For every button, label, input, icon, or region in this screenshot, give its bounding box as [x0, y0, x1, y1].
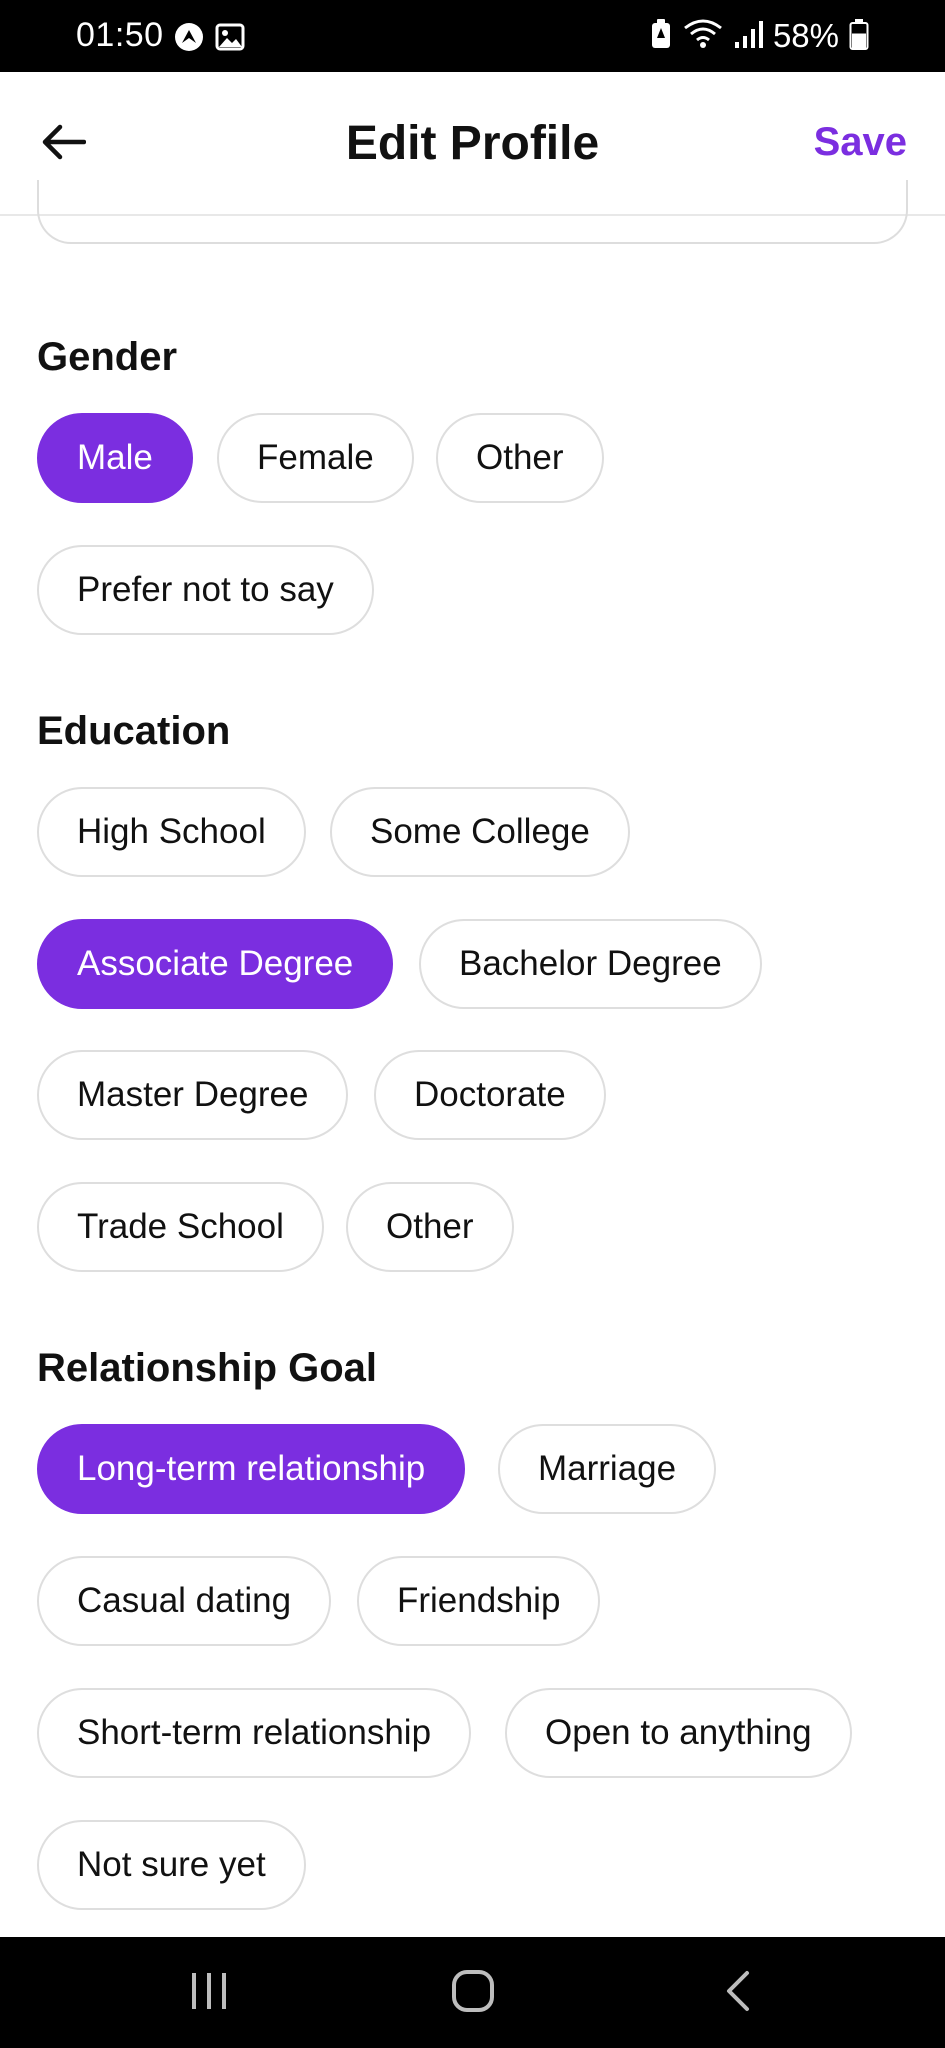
chip-education-high-school[interactable]: High School — [37, 787, 306, 877]
chip-education-master-degree[interactable]: Master Degree — [37, 1050, 349, 1140]
section-title-relationship-goal: Relationship Goal — [37, 1346, 378, 1390]
section-title-education: Education — [37, 709, 231, 753]
section-title-gender: Gender — [37, 335, 178, 379]
status-time: 01:50 — [76, 16, 164, 54]
back-icon — [723, 1969, 753, 2018]
chip-goal-not-sure-yet[interactable]: Not sure yet — [37, 1820, 306, 1910]
home-button[interactable] — [443, 1967, 503, 2019]
battery-percent: 58% — [772, 17, 839, 54]
page-title: Edit Profile — [345, 117, 600, 170]
battery-saver-icon — [649, 18, 673, 55]
chip-goal-marriage[interactable]: Marriage — [498, 1424, 717, 1514]
wifi-icon — [683, 18, 723, 55]
home-icon — [451, 1969, 495, 2018]
chip-gender-male[interactable]: Male — [37, 413, 193, 503]
chip-education-bachelor-degree[interactable]: Bachelor Degree — [419, 919, 762, 1009]
chip-gender-other[interactable]: Other — [436, 413, 604, 503]
nav-back-button[interactable] — [708, 1967, 768, 2019]
chip-goal-short-term[interactable]: Short-term relationship — [37, 1688, 472, 1778]
chip-goal-open-to-anything[interactable]: Open to anything — [505, 1688, 852, 1778]
recent-apps-icon — [188, 1971, 230, 2016]
chip-gender-prefer-not-to-say[interactable]: Prefer not to say — [37, 545, 374, 635]
previous-field-input[interactable] — [37, 180, 908, 244]
chip-gender-female[interactable]: Female — [217, 413, 414, 503]
recent-apps-button[interactable] — [179, 1967, 239, 2019]
signal-icon — [733, 18, 763, 55]
chip-education-some-college[interactable]: Some College — [330, 787, 630, 877]
gallery-icon — [215, 22, 245, 52]
battery-icon — [849, 18, 869, 55]
chip-goal-long-term[interactable]: Long-term relationship — [37, 1424, 466, 1514]
chip-education-trade-school[interactable]: Trade School — [37, 1182, 324, 1272]
chip-goal-friendship[interactable]: Friendship — [357, 1556, 601, 1646]
navigation-app-icon — [174, 22, 204, 52]
system-nav-bar — [0, 1937, 945, 2048]
save-button[interactable]: Save — [814, 120, 907, 165]
status-bar: 01:50 58% — [0, 0, 945, 72]
chip-education-other[interactable]: Other — [346, 1182, 514, 1272]
chip-goal-casual-dating[interactable]: Casual dating — [37, 1556, 332, 1646]
chip-education-associate-degree[interactable]: Associate Degree — [37, 919, 394, 1009]
chip-education-doctorate[interactable]: Doctorate — [374, 1050, 606, 1140]
